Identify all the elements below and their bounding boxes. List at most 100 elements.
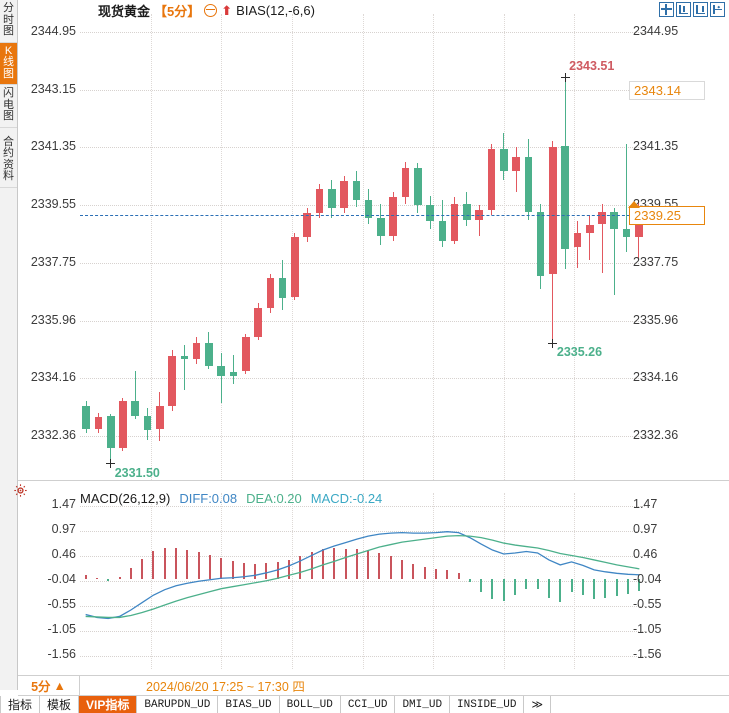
candlestick [439,14,447,480]
candle-body [537,212,545,276]
candlestick [168,14,176,480]
toolbar-vip-indicators[interactable]: VIP指标 [79,696,137,713]
toolbar-cci-ud[interactable]: CCI_UD [341,696,396,713]
candlestick [328,14,336,480]
candlestick [119,14,127,480]
annotation-label: 2331.50 [115,466,160,480]
candlestick [181,14,189,480]
price-axis-label-right: 2341.35 [633,139,678,153]
macd-axis-label-right: -0.55 [633,597,662,611]
candlestick [316,14,324,480]
candle-body [242,337,250,371]
macd-panel[interactable] [18,480,729,675]
price-axis-label-left: 2344.95 [31,24,76,38]
candle-body [328,189,336,208]
macd-axis-label-left: 1.47 [52,497,76,511]
candle-body [340,181,348,208]
candlestick [107,14,115,480]
candle-body [316,189,324,213]
candle-body [488,149,496,210]
macd-diff-value: DIFF:0.08 [179,491,237,506]
macd-axis-left: 1.470.970.46-0.04-0.55-1.05-1.56 [18,480,80,675]
price-chart-panel[interactable]: 现货黄金 【5分】 ⬆ BIAS(12,-6,6) [18,0,729,480]
candlestick [475,14,483,480]
candlestick [586,14,594,480]
candle-wick [184,345,185,390]
price-axis-label-right: 2337.75 [633,255,678,269]
toolbar-inside-ud[interactable]: INSIDE_UD [450,696,524,713]
candlestick [598,14,606,480]
left-sidebar: 分时图 K线图 闪电图 合约资料 [0,0,18,690]
macd-title[interactable]: MACD(26,12,9) [80,491,170,506]
candlestick [217,14,225,480]
macd-axis-label-right: 1.47 [633,497,657,511]
candle-body [181,356,189,359]
candlestick [156,14,164,480]
candlestick [353,14,361,480]
macd-dea-line [86,536,640,618]
candle-body [131,401,139,415]
toolbar-templates[interactable]: 模板 [40,696,79,713]
toolbar-bias-ud[interactable]: BIAS_UD [218,696,279,713]
toolbar-dmi-ud[interactable]: DMI_UD [395,696,450,713]
candlestick [230,14,238,480]
candlestick [574,14,582,480]
candlestick [82,14,90,480]
candlestick [414,14,422,480]
candle-body [107,416,115,448]
candlestick [377,14,385,480]
price-axis-label-left: 2337.75 [31,255,76,269]
date-bar: 5分 ▲ 2024/06/20 17:25 ~ 17:30 四 [18,675,729,696]
candle-body [414,168,422,205]
price-axis-label-left: 2334.16 [31,370,76,384]
annotation-label: 2343.51 [569,59,614,73]
candle-body [512,157,520,171]
sidebar-item-contract-info[interactable]: 合约资料 [0,134,17,188]
macd-macd-value: MACD:-0.24 [311,491,383,506]
candle-body [217,366,225,376]
price-axis-right[interactable]: 2344.952343.152341.352339.552337.752335.… [627,0,729,480]
period-selector[interactable]: 5分 ▲ [18,676,80,695]
candle-body [574,233,582,247]
period-selector-arrow-icon: ▲ [54,679,66,693]
macd-axis-label-left: 0.97 [52,522,76,536]
candlestick [205,14,213,480]
date-range-label: 2024/06/20 17:25 ~ 17:30 四 [146,676,305,695]
candle-body [95,417,103,428]
candlestick [242,14,250,480]
high-price-badge: 2343.14 [629,81,705,100]
candlestick [389,14,397,480]
macd-axis-label-right: -0.04 [633,572,662,586]
candlestick-plot[interactable]: 2343.512331.502335.26 [80,14,645,480]
candle-body [291,237,299,296]
toolbar-barupdn-ud[interactable]: BARUPDN_UD [137,696,218,713]
sidebar-item-lightning[interactable]: 闪电图 [0,85,17,128]
period-selector-label: 5分 [31,676,50,695]
macd-axis-label-left: -0.04 [48,572,77,586]
price-axis-label-left: 2341.35 [31,139,76,153]
macd-plot[interactable] [80,493,645,669]
candle-body [439,221,447,240]
toolbar-more[interactable]: ≫ [524,696,551,713]
toolbar-boll-ud[interactable]: BOLL_UD [280,696,341,713]
indicator-toolbar: 指标模板VIP指标BARUPDN_UDBIAS_UDBOLL_UDCCI_UDD… [0,696,729,713]
sidebar-item-kline[interactable]: K线图 [0,43,17,86]
price-direction-icon [628,201,640,208]
candle-body [525,157,533,212]
sidebar-item-timeshare[interactable]: 分时图 [0,0,17,43]
toolbar-indicators[interactable]: 指标 [0,696,40,713]
candlestick [537,14,545,480]
candlestick [549,14,557,480]
toolbar-spacer [551,696,729,713]
price-axis-label-right: 2332.36 [633,428,678,442]
candlestick [500,14,508,480]
price-axis-label-left: 2335.96 [31,313,76,327]
candle-body [267,278,275,309]
candle-body [586,225,594,233]
candlestick [488,14,496,480]
candle-body [500,149,508,171]
candle-body [205,343,213,365]
candle-body [426,205,434,221]
macd-axis-label-right: -1.05 [633,622,662,636]
macd-axis-label-left: -1.56 [48,647,77,661]
